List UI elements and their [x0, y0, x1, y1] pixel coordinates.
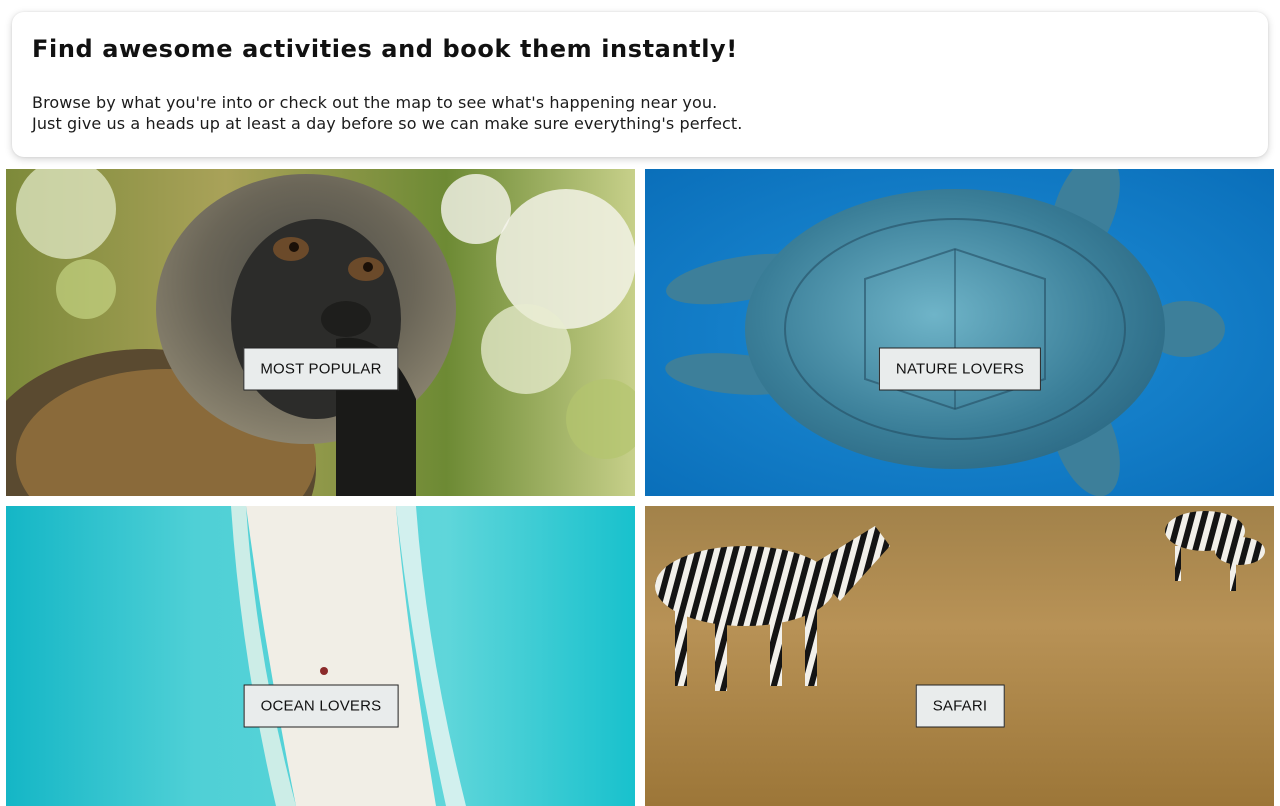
most-popular-button[interactable]: MOST POPULAR	[243, 347, 399, 391]
aerial-beach-photo	[6, 506, 635, 806]
sea-turtle-photo	[645, 169, 1274, 496]
ocean-lovers-button[interactable]: OCEAN LOVERS	[243, 684, 399, 728]
category-tile-safari[interactable]: SAFARI	[645, 506, 1274, 806]
zebra-savanna-photo	[645, 506, 1274, 806]
intro-description: Browse by what you're into or check out …	[32, 92, 1248, 134]
category-tile-nature-lovers[interactable]: NATURE LOVERS	[645, 169, 1274, 496]
intro-line-2: Just give us a heads up at least a day b…	[32, 114, 743, 133]
page-title: Find awesome activities and book them in…	[32, 35, 738, 63]
nature-lovers-button[interactable]: NATURE LOVERS	[878, 347, 1042, 391]
category-tile-most-popular[interactable]: MOST POPULAR	[6, 169, 635, 496]
monkey-photo	[6, 169, 635, 496]
category-tile-ocean-lovers[interactable]: OCEAN LOVERS	[6, 506, 635, 806]
intro-line-1: Browse by what you're into or check out …	[32, 93, 718, 112]
intro-card: Find awesome activities and book them in…	[12, 12, 1268, 157]
safari-button[interactable]: SAFARI	[915, 684, 1005, 728]
